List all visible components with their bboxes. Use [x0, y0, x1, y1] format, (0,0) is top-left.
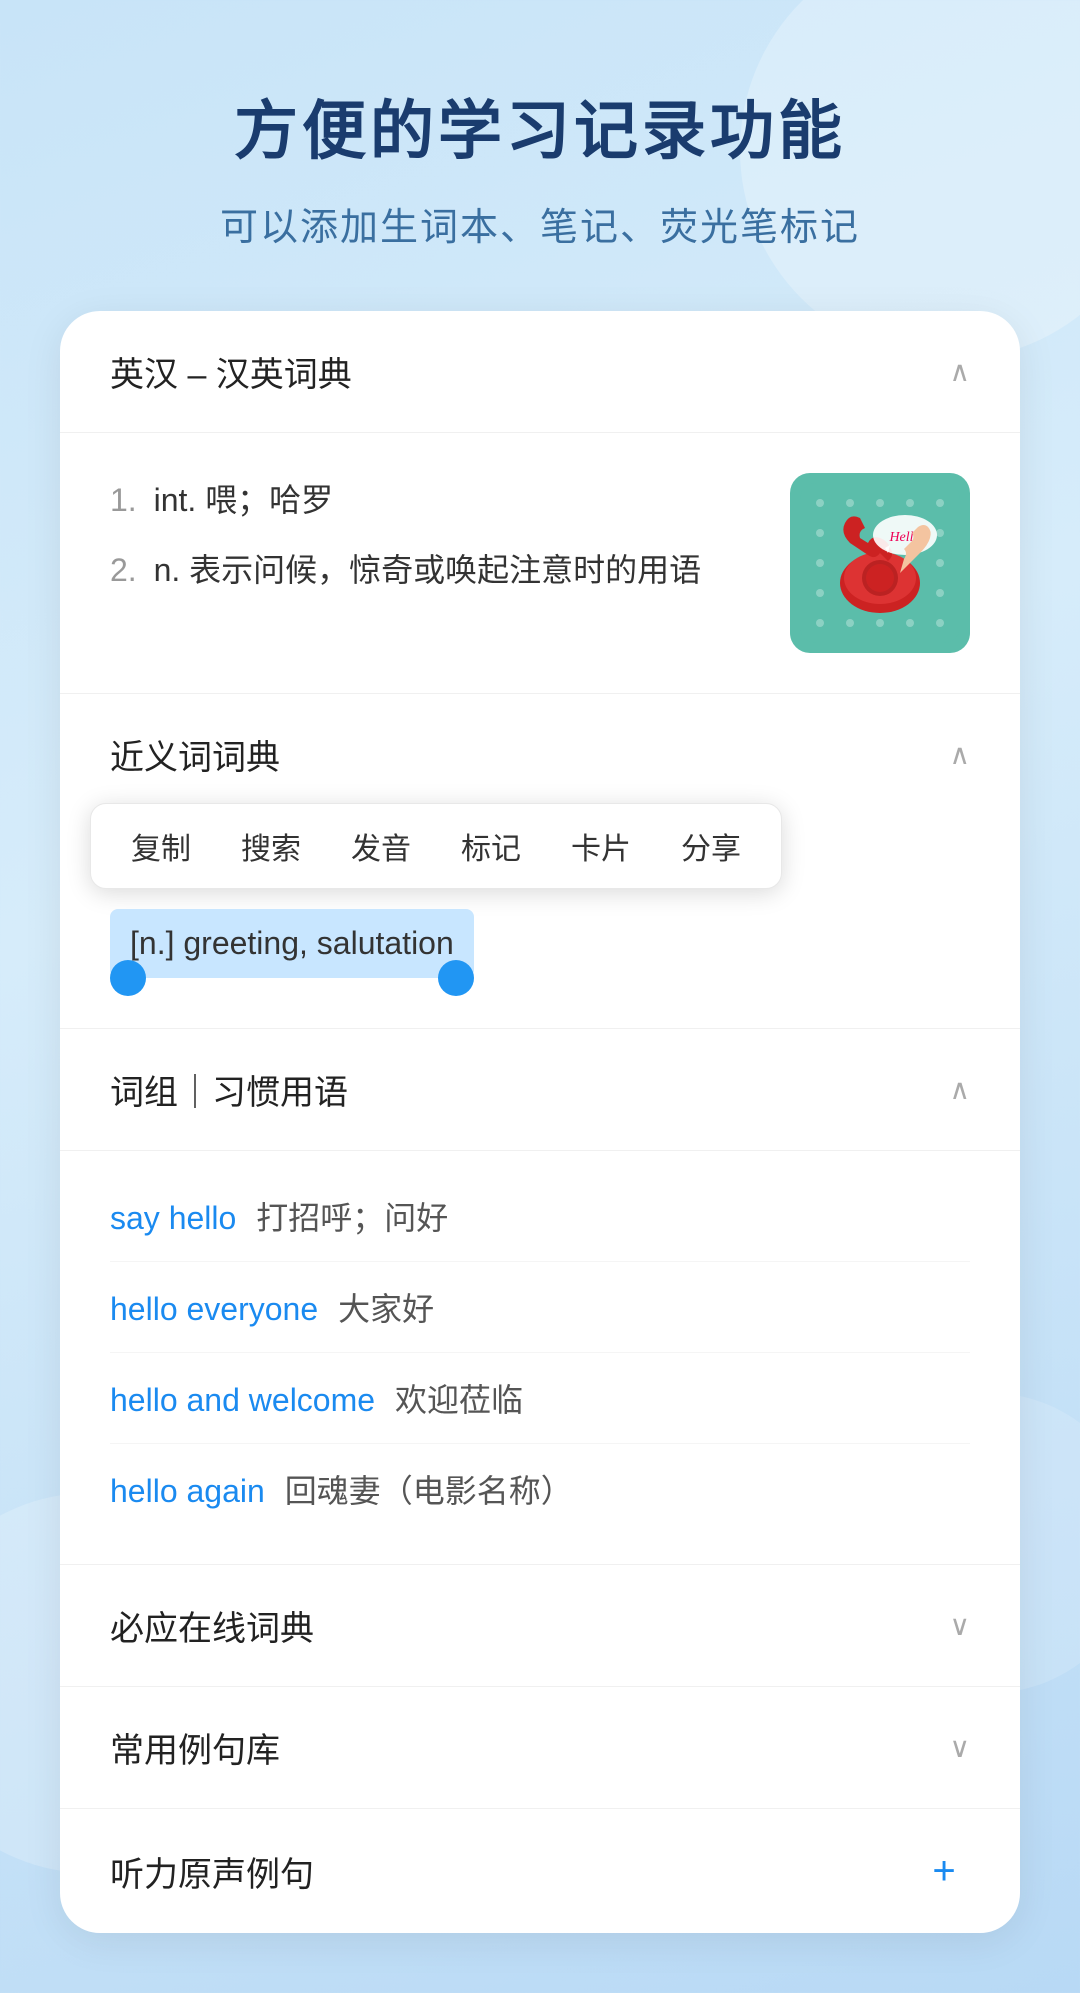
context-menu-pronounce[interactable]: 发音	[351, 824, 411, 868]
synonym-section-title: 近义词词典	[110, 730, 280, 779]
def-number-2: 2.	[110, 552, 137, 588]
phrases-chevron-up-icon: ∧	[950, 1073, 971, 1106]
context-menu-mark[interactable]: 标记	[461, 824, 521, 868]
phrase-item-3[interactable]: hello and welcome 欢迎莅临	[110, 1353, 970, 1444]
phrase-item-4[interactable]: hello again 回魂妻（电影名称）	[110, 1444, 970, 1534]
listening-add-button[interactable]: +	[918, 1845, 970, 1897]
dict-def-2: 2. n. 表示问候，惊奇或唤起注意时的用语	[110, 543, 760, 597]
examples-title: 常用例句库	[110, 1723, 280, 1772]
bingdict-title: 必应在线词典	[110, 1601, 314, 1650]
context-menu-search[interactable]: 搜索	[241, 824, 301, 868]
phrase-english-2: hello everyone	[110, 1291, 318, 1328]
bingdict-section[interactable]: 必应在线词典 ∨	[60, 1565, 1020, 1687]
synonym-chevron-up-icon: ∧	[950, 738, 971, 771]
phrase-chinese-4: 回魂妻（电影名称）	[285, 1466, 573, 1512]
phrases-list: say hello 打招呼；问好 hello everyone 大家好 hell…	[60, 1151, 1020, 1564]
context-menu-copy[interactable]: 复制	[131, 824, 191, 868]
phrase-english-1: say hello	[110, 1200, 236, 1237]
phrase-item-2[interactable]: hello everyone 大家好	[110, 1262, 970, 1353]
main-card: 英汉 – 汉英词典 ∧ 1. int. 喂；哈罗 2. n. 表示问候，惊奇或唤…	[60, 311, 1020, 1933]
dict-def-1: 1. int. 喂；哈罗	[110, 473, 760, 527]
phrase-english-3: hello and welcome	[110, 1382, 375, 1419]
dict-chevron-up-icon: ∧	[950, 355, 971, 388]
page-subtitle: 可以添加生词本、笔记、荧光笔标记	[60, 196, 1020, 251]
context-menu: 复制 搜索 发音 标记 卡片 分享	[90, 803, 782, 889]
bingdict-chevron-down-icon: ∨	[950, 1609, 971, 1642]
def-number-1: 1.	[110, 482, 137, 518]
listening-section: 听力原声例句 +	[60, 1809, 1020, 1933]
dict-section-header[interactable]: 英汉 – 汉英词典 ∧	[60, 311, 1020, 433]
context-menu-card[interactable]: 卡片	[571, 824, 631, 868]
dict-content-section: 1. int. 喂；哈罗 2. n. 表示问候，惊奇或唤起注意时的用语	[60, 433, 1020, 694]
highlighted-text[interactable]: [n.] greeting, salutation	[110, 909, 474, 978]
examples-chevron-down-icon: ∨	[950, 1731, 971, 1764]
header-section: 方便的学习记录功能 可以添加生词本、笔记、荧光笔标记	[60, 80, 1020, 251]
phrase-chinese-3: 欢迎莅临	[395, 1375, 523, 1421]
synonym-section: 近义词词典 ∧ 复制 搜索 发音 标记 卡片 分享 [n.] greeting,…	[60, 694, 1020, 1029]
page-title: 方便的学习记录功能	[60, 80, 1020, 172]
phrases-section-title: 词组｜习惯用语	[110, 1065, 348, 1114]
def-text-2: n. 表示问候，惊奇或唤起注意时的用语	[154, 552, 702, 588]
dict-section-title: 英汉 – 汉英词典	[110, 347, 352, 396]
dict-definitions: 1. int. 喂；哈罗 2. n. 表示问候，惊奇或唤起注意时的用语	[110, 473, 790, 614]
phrases-section: 词组｜习惯用语 ∧ say hello 打招呼；问好 hello everyon…	[60, 1029, 1020, 1565]
listening-title: 听力原声例句	[110, 1847, 314, 1896]
text-handle-right[interactable]	[438, 960, 474, 996]
highlighted-text-wrapper: [n.] greeting, salutation	[60, 909, 1020, 1028]
phrase-chinese-2: 大家好	[338, 1284, 434, 1330]
hello-illustration: Hello	[790, 473, 970, 653]
phrases-header[interactable]: 词组｜习惯用语 ∧	[60, 1029, 1020, 1151]
phrase-english-4: hello again	[110, 1473, 265, 1510]
def-text-1: int. 喂；哈罗	[154, 482, 334, 518]
examples-section[interactable]: 常用例句库 ∨	[60, 1687, 1020, 1809]
text-handle-left[interactable]	[110, 960, 146, 996]
context-menu-share[interactable]: 分享	[681, 824, 741, 868]
phrase-item-1[interactable]: say hello 打招呼；问好	[110, 1171, 970, 1262]
phrase-chinese-1: 打招呼；问好	[256, 1193, 448, 1239]
synonym-header[interactable]: 近义词词典 ∧	[60, 694, 1020, 803]
